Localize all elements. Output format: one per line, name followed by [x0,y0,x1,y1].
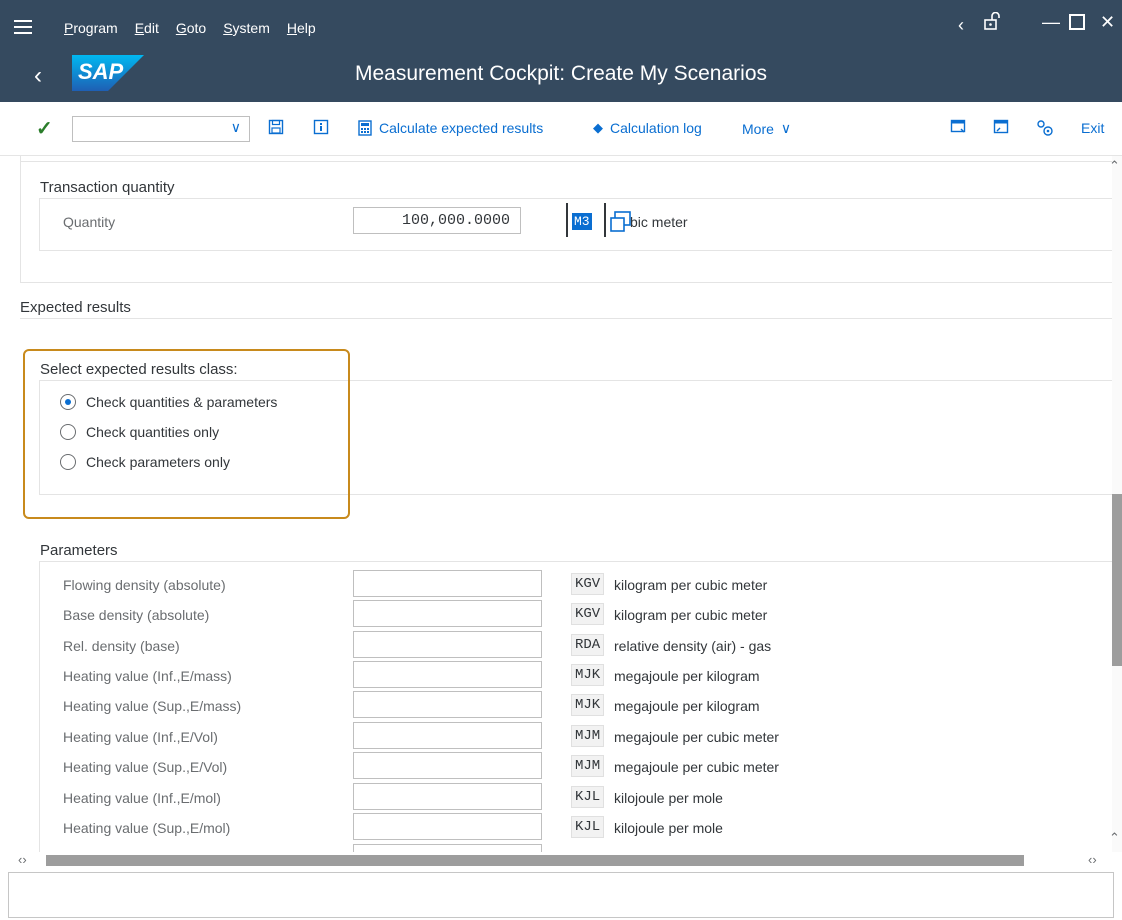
parameter-input-partial[interactable] [353,844,542,852]
scroll-up-icon[interactable]: ⌃ [1109,158,1120,174]
parameter-unit-code: MJM [571,755,605,777]
parameter-unit-text: kilojoule per mole [614,820,723,836]
parameter-unit-code: MJK [571,694,605,716]
parameter-unit-code: KGV [571,573,605,595]
parameter-unit-text: kilogram per cubic meter [614,577,768,593]
calculator-icon [358,120,372,136]
hamburger-menu-icon[interactable] [14,20,32,34]
expected-results-heading: Expected results [20,299,131,316]
parameter-unit-code: MJM [571,725,605,747]
menu-edit[interactable]: Edit [135,20,159,36]
favorite-window-icon[interactable] [950,119,967,139]
scroll-left-right-icon[interactable]: ‹› [18,852,27,867]
command-field[interactable]: ∨ [72,116,250,142]
more-button[interactable]: More ∨ [742,120,791,137]
parameter-input[interactable] [353,752,542,779]
scrollbar-thumb[interactable] [1112,494,1122,666]
parameter-unit-text: kilojoule per mole [614,790,723,806]
parameter-input[interactable] [353,600,542,627]
close-icon[interactable]: ✕ [1100,12,1115,33]
transaction-quantity-heading: Transaction quantity [40,179,175,196]
info-icon[interactable] [313,119,329,139]
minimize-icon[interactable]: — [1042,12,1060,33]
parameter-label: Rel. density (base) [63,638,180,654]
parameter-input[interactable] [353,783,542,810]
parameters-heading: Parameters [40,542,118,559]
vertical-scrollbar[interactable]: ⌃ ⌃ [1109,156,1122,852]
quantity-unit-code[interactable]: M3 [572,213,592,230]
parameter-label: Heating value (Sup.,E/mass) [63,698,242,714]
parameter-input[interactable] [353,631,542,658]
group-border [39,198,40,250]
new-session-icon[interactable] [993,119,1010,139]
parameter-unit-code: KJL [571,786,605,808]
scroll-up-icon[interactable]: ⌃ [1109,830,1120,846]
parameter-label: Heating value (Sup.,E/Vol) [63,759,228,775]
panel-border [20,282,1112,283]
parameter-label: Heating value (Inf.,E/mass) [63,668,232,684]
confirm-check-icon[interactable]: ✓ [36,116,53,141]
calculate-expected-results-button[interactable]: Calculate expected results [358,120,543,136]
main-content: Transaction quantity Quantity 100,000.00… [0,156,1112,852]
parameter-unit-text: megajoule per cubic meter [614,759,779,775]
parameter-label: Heating value (Inf.,E/mol) [63,790,221,806]
unlock-icon[interactable] [984,11,1002,37]
menu-system[interactable]: System [223,20,270,36]
application-toolbar: ✓ ∨ Calculate expected results ◆ Calcula… [0,102,1122,156]
parameter-unit-code: KGV [571,603,605,625]
quantity-value: 100,000.0000 [401,212,510,229]
parameter-label: Base density (absolute) [63,607,210,623]
maximize-icon[interactable] [1068,13,1086,36]
group-border [39,250,1112,251]
calculate-label: Calculate expected results [379,120,544,136]
parameter-unit-code: RDA [571,634,605,656]
quantity-label: Quantity [63,214,116,230]
parameter-input[interactable] [353,691,542,718]
menu-help[interactable]: Help [287,20,316,36]
parameter-input[interactable] [353,813,542,840]
parameter-unit-code: MJK [571,664,605,686]
parameter-unit-text: megajoule per kilogram [614,698,760,714]
group-border [39,561,40,852]
parameter-unit-text: megajoule per kilogram [614,668,760,684]
panel-border [20,318,1112,319]
settings-gears-icon[interactable] [1036,119,1054,141]
more-label: More [742,120,774,137]
calculation-log-label: Calculation log [610,120,702,136]
parameter-input[interactable] [353,661,542,688]
diamond-icon: ◆ [593,120,603,135]
panel-border [20,161,1112,162]
calculation-log-button[interactable]: ◆ Calculation log [593,120,702,136]
parameter-unit-text: relative density (air) - gas [614,638,772,654]
title-bar: ‹ SAP Measurement Cockpit: Create My Sce… [0,55,1122,102]
parameter-unit-text: kilogram per cubic meter [614,607,768,623]
chevron-down-icon: ∨ [780,120,792,136]
panel-border [20,156,21,282]
page-title: Measurement Cockpit: Create My Scenarios [355,62,767,85]
horizontal-scrollbar[interactable]: ‹› ‹› [0,852,1122,870]
scroll-left-right-icon[interactable]: ‹› [1088,852,1097,867]
chevron-left-icon[interactable]: ‹ [958,15,964,36]
parameter-unit-text: megajoule per cubic meter [614,729,779,745]
chevron-down-icon[interactable]: ∨ [231,119,241,136]
parameter-label: Heating value (Sup.,E/mol) [63,820,231,836]
parameter-label: Heating value (Inf.,E/Vol) [63,729,218,745]
group-border [39,198,1112,199]
parameter-input[interactable] [353,722,542,749]
exit-button[interactable]: Exit [1081,120,1104,136]
group-border [39,561,1112,562]
scrollbar-thumb[interactable] [46,855,1024,866]
quantity-unit-text: bic meter [630,214,688,230]
menu-program[interactable]: Program [64,20,118,36]
status-bar [8,872,1114,918]
menu-bar: Program Edit Goto System Help ‹ — ✕ [0,0,1122,58]
parameter-label: Flowing density (absolute) [63,577,226,593]
parameter-unit-code: KJL [571,816,605,838]
parameter-input[interactable] [353,570,542,597]
menu-goto[interactable]: Goto [176,20,206,36]
save-icon[interactable] [268,119,284,139]
highlight-frame [23,349,350,519]
